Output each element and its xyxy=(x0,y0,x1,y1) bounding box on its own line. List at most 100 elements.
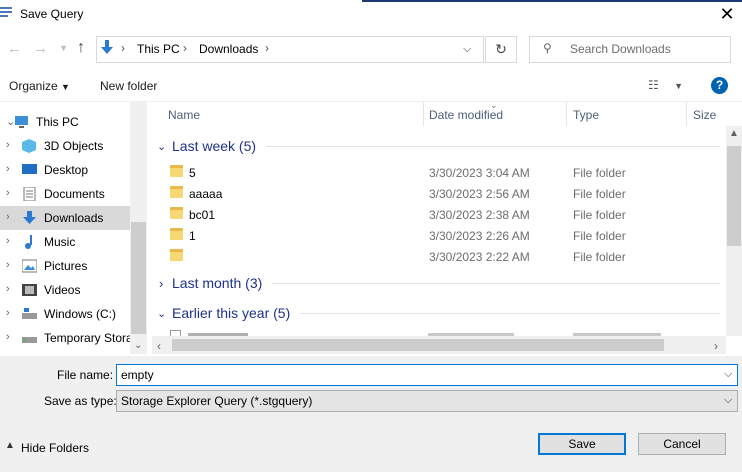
sidebar-item-3d-objects[interactable]: › 3D Objects xyxy=(0,134,130,158)
sidebar-item-label: Windows (C:) xyxy=(44,307,117,321)
file-name-value[interactable]: empty xyxy=(121,368,154,382)
file-name-label: File name: xyxy=(57,368,114,382)
sidebar-item-pictures[interactable]: › Pictures xyxy=(0,254,130,278)
file-date: 3/30/2023 2:22 AM xyxy=(429,250,530,264)
pc-icon xyxy=(15,116,28,128)
file-name: aaaaa xyxy=(189,187,223,201)
scroll-up-arrow-icon[interactable]: ▲ xyxy=(729,128,739,139)
chevron-down-icon[interactable]: ⌄ xyxy=(157,307,166,320)
chevron-down-icon[interactable]: ▼ xyxy=(59,43,68,53)
sidebar-item-windows-c[interactable]: › Windows (C:) xyxy=(0,302,130,326)
file-row[interactable]: bc01 3/30/2023 2:38 AM File folder xyxy=(152,204,722,225)
folder-icon xyxy=(170,249,183,261)
sidebar-item-this-pc[interactable]: ⌄ This PC xyxy=(0,110,130,134)
new-folder-button[interactable]: New folder xyxy=(100,79,157,93)
window-accent-border xyxy=(362,0,742,2)
organize-button[interactable]: Organize ▼ xyxy=(9,79,70,93)
chevron-right-icon[interactable]: › xyxy=(6,163,10,175)
scroll-down-arrow-icon[interactable]: ⌄ xyxy=(134,340,142,351)
file-type: File folder xyxy=(573,229,626,243)
scroll-left-arrow-icon[interactable]: ‹ xyxy=(157,339,161,353)
group-header-earlier-this-year[interactable]: Earlier this year (5) xyxy=(172,305,290,321)
file-type: File folder xyxy=(573,250,626,264)
sidebar-item-documents[interactable]: › Documents xyxy=(0,182,130,206)
file-row[interactable]: 5 3/30/2023 3:04 AM File folder xyxy=(152,162,722,183)
sidebar-item-music[interactable]: › Music xyxy=(0,230,130,254)
breadcrumb-chevron-icon: › xyxy=(121,41,125,55)
sidebar-item-downloads[interactable]: › Downloads xyxy=(0,206,130,230)
column-divider[interactable] xyxy=(423,102,424,126)
group-header-last-month[interactable]: Last month (3) xyxy=(172,275,262,291)
chevron-right-icon[interactable]: › xyxy=(6,139,10,151)
up-arrow-icon[interactable]: ↑ xyxy=(77,39,85,57)
file-name-field[interactable] xyxy=(116,364,738,386)
column-header-size[interactable]: Size xyxy=(693,108,716,122)
sidebar-item-label: Documents xyxy=(44,187,105,201)
chevron-right-icon[interactable]: › xyxy=(6,283,10,295)
scroll-right-arrow-icon[interactable]: › xyxy=(714,339,718,353)
file-type: File folder xyxy=(573,166,626,180)
group-divider xyxy=(266,146,720,147)
horizontal-scrollbar-thumb[interactable] xyxy=(172,339,664,351)
column-header-type[interactable]: Type xyxy=(573,108,599,122)
search-placeholder: Search Downloads xyxy=(570,42,671,56)
hide-folders-button[interactable]: Hide Folders xyxy=(21,441,89,455)
file-row[interactable]: aaaaa 3/30/2023 2:56 AM File folder xyxy=(152,183,722,204)
chevron-right-icon[interactable]: › xyxy=(6,211,10,223)
column-header-date-modified[interactable]: Date modified xyxy=(429,108,503,122)
group-divider xyxy=(300,313,720,314)
chevron-down-icon: ▼ xyxy=(61,82,70,92)
chevron-up-icon[interactable]: ▲ xyxy=(5,440,15,451)
breadcrumb-downloads[interactable]: Downloads xyxy=(199,42,258,56)
help-button[interactable]: ? xyxy=(711,77,728,94)
save-button[interactable]: Save xyxy=(538,433,626,455)
back-arrow-icon[interactable]: ← xyxy=(7,40,22,57)
folder-icon xyxy=(170,228,183,240)
chevron-right-icon[interactable]: › xyxy=(159,276,163,291)
column-divider[interactable] xyxy=(566,102,567,126)
chevron-down-icon: ▼ xyxy=(674,81,684,91)
chevron-right-icon[interactable]: › xyxy=(6,307,10,319)
close-button[interactable]: ✕ xyxy=(712,2,742,28)
chevron-down-icon[interactable]: ⌵ xyxy=(724,368,732,381)
forward-arrow-icon[interactable]: → xyxy=(33,40,48,57)
details-view-icon: ☷ xyxy=(648,78,659,92)
file-row[interactable]: 1 3/30/2023 2:26 AM File folder xyxy=(152,225,722,246)
chevron-right-icon[interactable]: › xyxy=(6,235,10,247)
file-date: 3/30/2023 2:26 AM xyxy=(429,229,530,243)
refresh-button[interactable]: ↻ xyxy=(485,36,517,63)
navigation-scrollbar-thumb[interactable] xyxy=(131,222,146,334)
file-row[interactable]: 3/30/2023 2:22 AM File folder xyxy=(152,246,722,267)
app-icon xyxy=(0,7,12,17)
videos-icon xyxy=(22,284,37,296)
sidebar-item-desktop[interactable]: › Desktop xyxy=(0,158,130,182)
chevron-right-icon[interactable]: › xyxy=(6,331,10,343)
sidebar-item-videos[interactable]: › Videos xyxy=(0,278,130,302)
save-as-type-label: Save as type: xyxy=(44,394,117,408)
documents-icon xyxy=(23,187,36,201)
sidebar-item-label: Downloads xyxy=(44,211,104,225)
cancel-button[interactable]: Cancel xyxy=(638,433,726,455)
drive-icon xyxy=(22,337,37,343)
save-as-type-value: Storage Explorer Query (*.stgquery) xyxy=(121,394,313,408)
chevron-right-icon[interactable]: › xyxy=(6,187,10,199)
address-history-chevron-icon[interactable]: ⌵ xyxy=(463,43,471,56)
chevron-down-icon[interactable]: ⌵ xyxy=(724,394,732,407)
chevron-right-icon[interactable]: › xyxy=(6,259,10,271)
navigation-pane: ⌄ This PC › 3D Objects › Desktop › Docum… xyxy=(0,102,146,354)
sidebar-item-label: This PC xyxy=(36,115,79,129)
column-header-name[interactable]: Name xyxy=(168,108,200,122)
group-header-last-week[interactable]: Last week (5) xyxy=(172,138,256,154)
sidebar-item-temporary-storage[interactable]: › Temporary Stora xyxy=(0,326,133,350)
window-title: Save Query xyxy=(20,7,84,21)
music-icon xyxy=(25,235,32,249)
downloads-icon xyxy=(101,40,113,54)
3d-objects-icon xyxy=(22,139,36,153)
vertical-scrollbar-thumb[interactable] xyxy=(727,146,741,246)
column-divider[interactable] xyxy=(686,102,687,126)
change-view-button[interactable]: ☷ ▼ xyxy=(648,78,683,92)
chevron-down-icon[interactable]: ⌄ xyxy=(157,140,166,153)
folder-icon xyxy=(170,165,183,177)
sidebar-item-label: 3D Objects xyxy=(44,139,104,153)
breadcrumb-this-pc[interactable]: This PC xyxy=(137,42,180,56)
